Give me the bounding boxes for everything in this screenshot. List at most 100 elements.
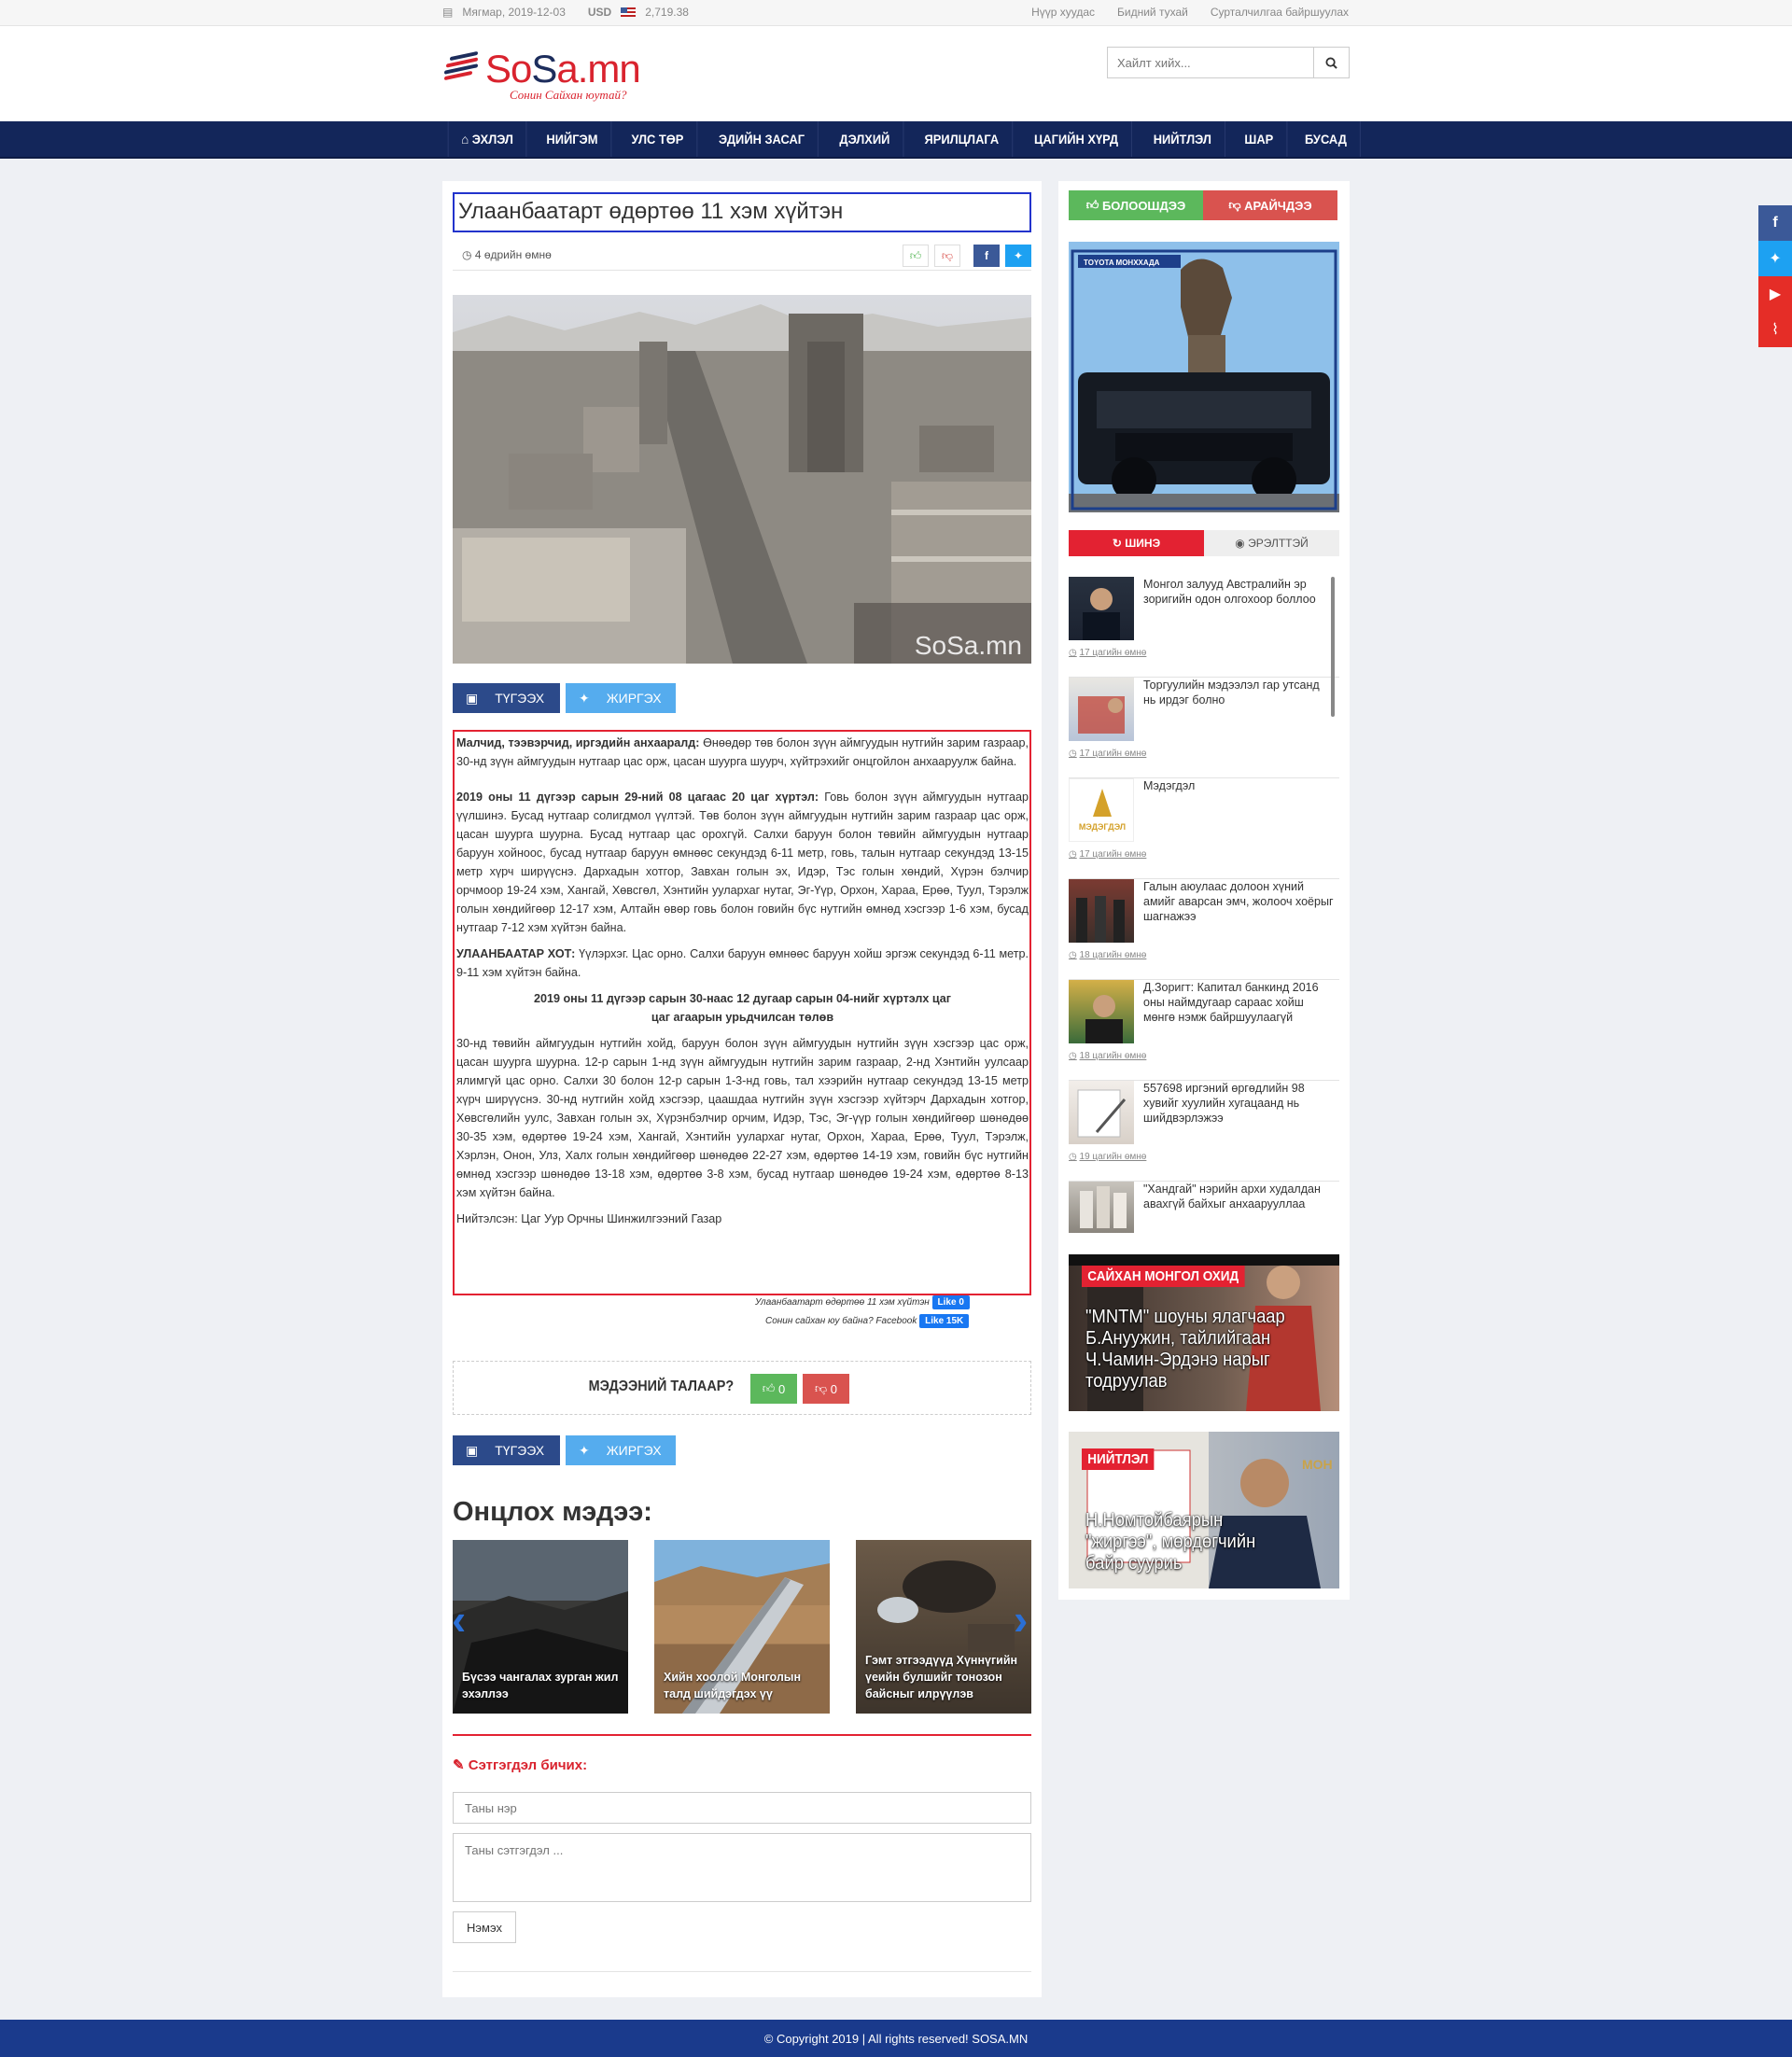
facebook-icon: f (1772, 215, 1778, 231)
thumbs-up-icon: 👍︎ (762, 1381, 776, 1395)
tab-new[interactable]: ↻ ШИНЭ (1069, 530, 1204, 556)
article-title: Улаанбаатарт өдөртөө 11 хэм хүйтэн (453, 192, 1031, 232)
news-thumbnail (1069, 678, 1134, 741)
tab-popular[interactable]: ◉ ЭРЭЛТТЭЙ (1204, 530, 1339, 556)
promo-card[interactable]: MOH НИЙТЛЭЛ Н.Номтойбаярын "жиргээ", мөр… (1069, 1432, 1339, 1588)
news-thumbnail: МЭДЭГДЭЛ (1069, 778, 1134, 842)
opinion-no-button[interactable]: 👎︎ 0 (803, 1374, 849, 1404)
list-item[interactable]: Д.Зоригт: Капитал банкинд 2016 оны наймд… (1069, 980, 1339, 1081)
nav-item-time[interactable]: Цагийн хүрд (1022, 121, 1133, 157)
nav-item-economy[interactable]: Эдийн засаг (706, 121, 819, 157)
top-link-home[interactable]: Нүүр хуудас (1031, 6, 1095, 19)
twitter-icon: ✦ (579, 690, 590, 706)
svg-text:TOYOTA МОНХХАДА: TOYOTA МОНХХАДА (1084, 259, 1160, 267)
nav-item-home[interactable]: ⌂ Эхлэл (447, 121, 527, 157)
news-thumbnail (1069, 980, 1134, 1043)
facebook-share-small[interactable]: f (973, 245, 1000, 267)
news-thumbnail (1069, 879, 1134, 943)
site-footer: © Copyright 2019 | All rights reserved! … (0, 2020, 1792, 2057)
nav-item-world[interactable]: Дэлхий (827, 121, 904, 157)
news-title: Торгуулийн мэдээлэл гар утсанд нь ирдэг … (1143, 679, 1320, 707)
promo-card[interactable]: САЙХАН МОНГОЛ ОХИД "MNTM" шоуны ялагчаар… (1069, 1254, 1339, 1411)
list-item[interactable]: Монгол залууд Австралийн эр зоригийн одо… (1069, 577, 1339, 678)
advertisement-banner[interactable]: TOYOTA МОНХХАДА (1069, 242, 1339, 512)
comment-name-input[interactable] (453, 1792, 1031, 1824)
search-input[interactable] (1108, 48, 1313, 77)
twitter-icon: ✦ (1013, 249, 1024, 262)
opinion-box: МЭДЭЭНИЙ ТАЛААР? 👍︎ 0 👎︎ 0 (453, 1361, 1031, 1415)
featured-caption: Хийн хоолой Монголын талд шийдэгдэх үү (664, 1671, 802, 1700)
main-nav: ⌂ Эхлэл Нийгэм Улс төр Эдийн засаг Дэлхи… (0, 121, 1792, 159)
featured-card[interactable]: Гэмт этгээдүүд Хүннүгийн үеийн булшийг т… (856, 1540, 1031, 1714)
currency-label: USD (587, 6, 612, 19)
news-thumbnail (1069, 1182, 1134, 1233)
clock-icon: ◷ (1069, 749, 1077, 759)
article-source: Нийтэлсэн: Цаг Уур Орчны Шинжилгээний Га… (456, 1212, 722, 1225)
photo-watermark: SoSa.mn (915, 631, 1022, 660)
opinion-yes-button[interactable]: 👍︎ 0 (750, 1374, 797, 1404)
youtube-icon: ▶ (1769, 287, 1782, 302)
slider-next-button[interactable]: › (1014, 1594, 1028, 1644)
list-item[interactable]: МЭДЭГДЭЛ Мэдэгдэл ◷ 17 цагийн өмнө (1069, 778, 1339, 879)
news-list-scrollbar[interactable] (1331, 577, 1335, 717)
nav-item-articles[interactable]: Нийтлэл (1141, 121, 1225, 157)
twitter-share-button[interactable]: ✦ ЖИРГЭХ (566, 683, 676, 713)
comment-text-input[interactable] (453, 1833, 1031, 1902)
social-rss[interactable]: ⌇ (1758, 312, 1792, 347)
nav-item-yellow[interactable]: Шар (1231, 121, 1287, 157)
twitter-share-button[interactable]: ✦ ЖИРГЭХ (566, 1435, 676, 1465)
news-title: Д.Зоригт: Капитал банкинд 2016 оны наймд… (1143, 981, 1319, 1024)
chevron-left-icon: ‹ (452, 1595, 467, 1644)
social-youtube[interactable]: ▶ (1758, 276, 1792, 312)
svg-text:MOH: MOH (1302, 1457, 1333, 1472)
site-logo[interactable]: SoSa.mn Сонин Сайхан юутай? (444, 47, 650, 103)
featured-slider: Бүсээ чангалах зурган жил эхэллээ Хийн х… (453, 1540, 1031, 1714)
list-item[interactable]: Галын аюулаас долоон хүний амийг аварсан… (1069, 879, 1339, 980)
vote-yes-button[interactable]: 👍︎ БОЛООШДЭЭ (1069, 190, 1203, 220)
article-paragraph: УЛААНБААТАР ХОТ: Үүлэрхэг. Цас орно. Сал… (456, 947, 1029, 979)
list-item[interactable]: Торгуулийн мэдээлэл гар утсанд нь ирдэг … (1069, 678, 1339, 778)
search-button[interactable] (1313, 48, 1349, 77)
featured-caption: Гэмт этгээдүүд Хүннүгийн үеийн булшийг т… (865, 1654, 1018, 1700)
comments-icon: ✎ (453, 1757, 465, 1773)
facebook-icon: ▣ (466, 1442, 479, 1458)
twitter-share-small[interactable]: ✦ (1005, 245, 1031, 267)
clock-icon: ◷ (1069, 1152, 1077, 1162)
top-link-about[interactable]: Бидний тухай (1117, 6, 1188, 19)
news-tabs: ↻ ШИНЭ ◉ ЭРЭЛТТЭЙ (1069, 530, 1339, 556)
slider-prev-button[interactable]: ‹ (452, 1594, 466, 1644)
fb-like-button[interactable]: Like 0 (931, 1295, 970, 1309)
logo-tagline: Сонин Сайхан юутай? (510, 88, 627, 102)
list-item[interactable]: 557698 иргэний өргөдлийн 98 хувийг хуули… (1069, 1081, 1339, 1182)
facebook-share-button[interactable]: ▣ ТҮГЭЭХ (453, 1435, 560, 1465)
nav-item-politics[interactable]: Улс төр (619, 121, 698, 157)
nav-item-society[interactable]: Нийгэм (534, 121, 612, 157)
dislike-button[interactable]: 👎︎ (934, 245, 960, 267)
featured-caption: Бүсээ чангалах зурган жил эхэллээ (462, 1671, 619, 1700)
city-photo: SoSa.mn (453, 295, 1031, 664)
featured-card[interactable]: Бүсээ чангалах зурган жил эхэллээ (453, 1540, 628, 1714)
nav-item-interview[interactable]: Ярилцлага (911, 121, 1013, 157)
facebook-share-button[interactable]: ▣ ТҮГЭЭХ (453, 683, 560, 713)
comment-submit-button[interactable]: Нэмэх (453, 1911, 516, 1943)
social-facebook[interactable]: f (1758, 205, 1792, 241)
divider (453, 1971, 1031, 1972)
toyota-ad-image: TOYOTA МОНХХАДА (1069, 242, 1339, 512)
top-bar: ▤ Мягмар, 2019-12-03 USD 2,719.38 Нүүр х… (0, 0, 1792, 26)
news-time: ◷ 18 цагийн өмнө (1069, 1051, 1147, 1061)
list-item[interactable]: "Хандгай" нэрийн архи худалдан авахгүй б… (1069, 1182, 1339, 1238)
share-bar-top: ▣ ТҮГЭЭХ ✦ ЖИРГЭХ (453, 683, 676, 713)
featured-card[interactable]: Хийн хоолой Монголын талд шийдэгдэх үү (654, 1540, 830, 1714)
top-link-advertise[interactable]: Сурталчилгаа байршуулах (1211, 6, 1349, 19)
like-button[interactable]: 👍︎ (903, 245, 929, 267)
nav-item-other[interactable]: Бусад (1293, 121, 1361, 157)
search-box (1107, 47, 1350, 78)
thumbs-up-icon: 👍︎ (909, 248, 922, 262)
fb-page-like-button[interactable]: Like 15K (919, 1314, 970, 1328)
vote-no-button[interactable]: 👎︎ АРАЙЧДЭЭ (1203, 190, 1337, 220)
source-link[interactable]: Цаг Уур Орчны Шинжилгээний Газар (521, 1212, 721, 1225)
logo-text: SoSa.mn (485, 47, 641, 91)
current-date: Мягмар, 2019-12-03 (462, 6, 566, 19)
social-twitter[interactable]: ✦ (1758, 241, 1792, 276)
facebook-icon: f (985, 249, 988, 262)
